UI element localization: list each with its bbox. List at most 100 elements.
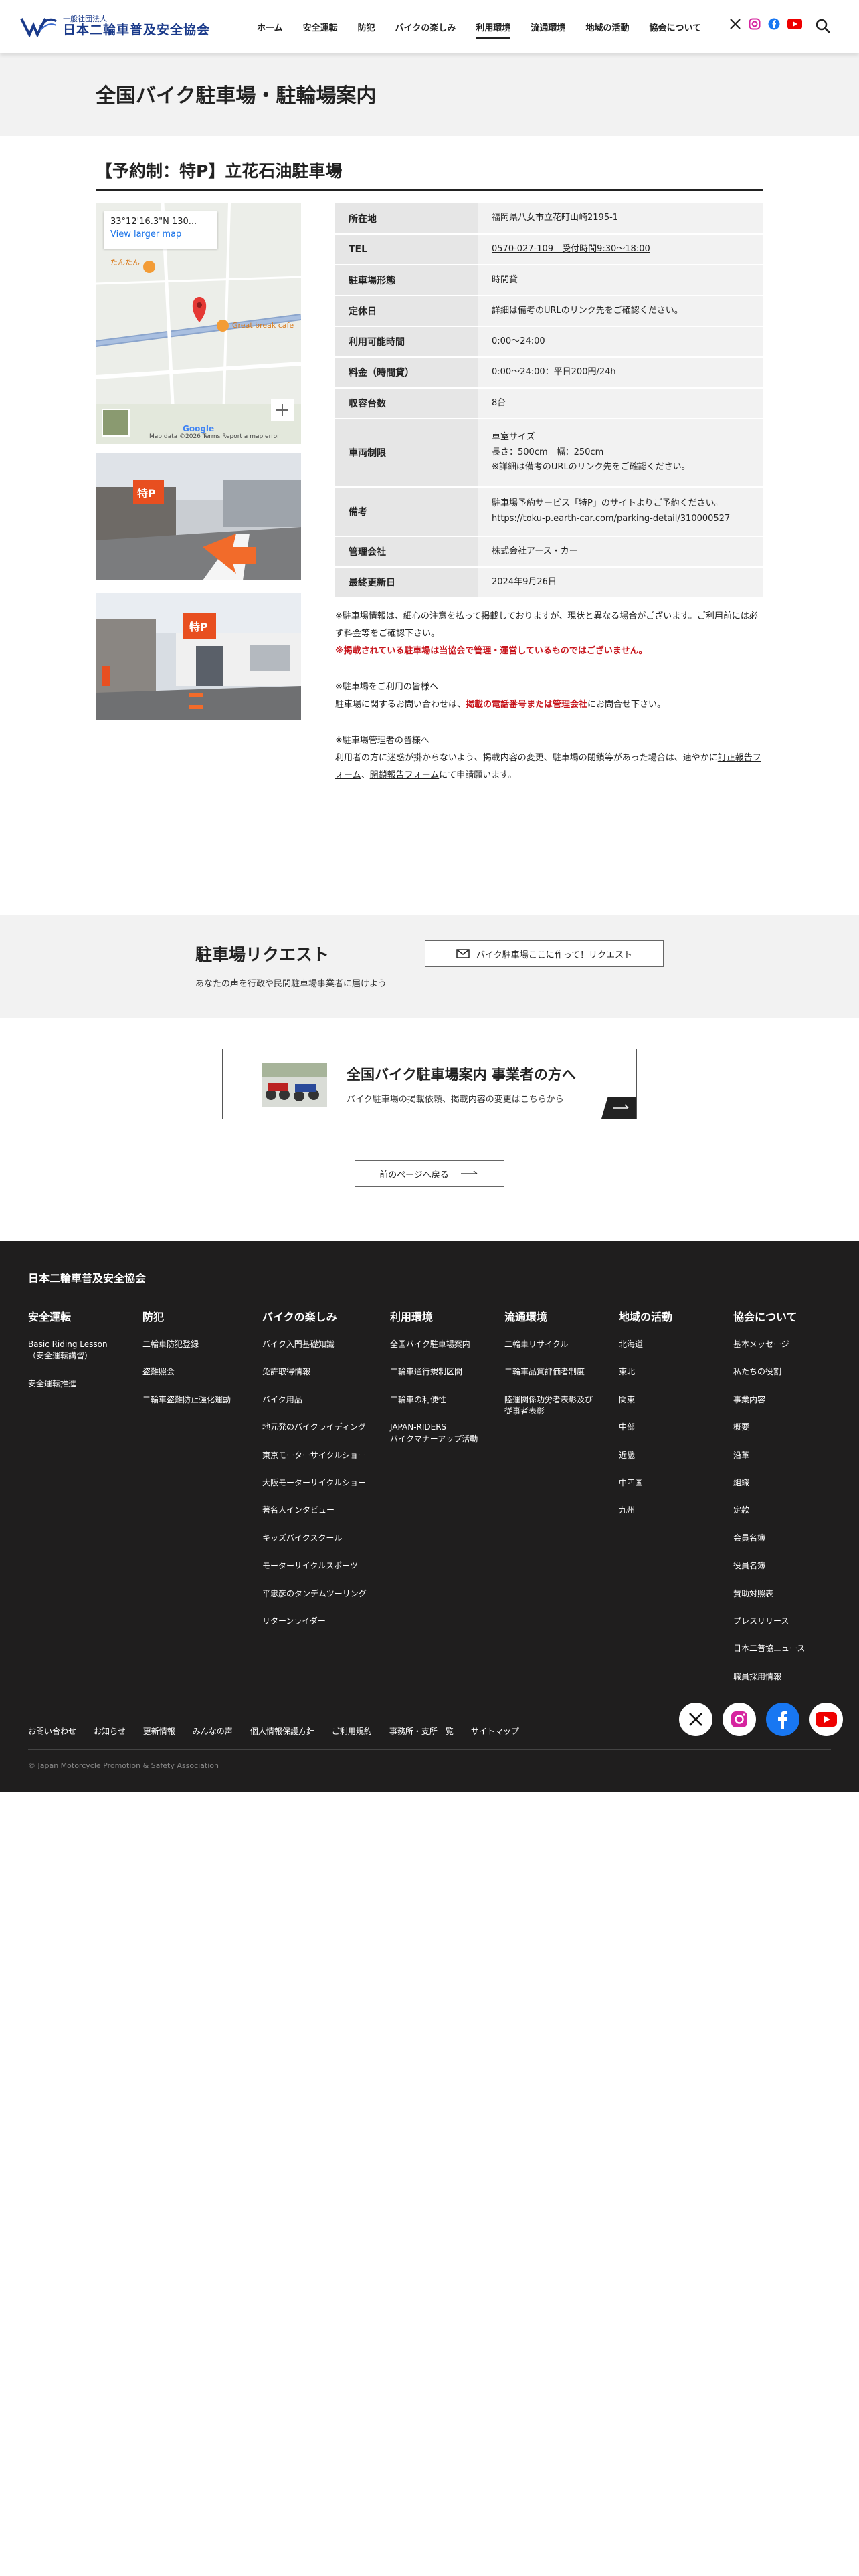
footer-link[interactable]: 役員名簿: [733, 1560, 805, 1572]
footer-link[interactable]: 東北: [619, 1366, 672, 1378]
footer-link[interactable]: 全国バイク駐車場案内: [390, 1339, 478, 1350]
footer-column-heading[interactable]: 安全運転: [28, 1308, 108, 1324]
facebook-icon[interactable]: [766, 1703, 799, 1736]
search-icon[interactable]: [815, 18, 831, 34]
logo-title: 日本二輪車普及安全協会: [63, 22, 211, 37]
footer-column-heading[interactable]: 協会について: [733, 1308, 805, 1324]
footer-link[interactable]: モーターサイクルスポーツ: [262, 1560, 367, 1572]
row-label: TEL: [335, 234, 478, 265]
footer-column-heading[interactable]: バイクの楽しみ: [262, 1308, 367, 1324]
arrow-right-icon: [460, 1170, 478, 1174]
footer-link[interactable]: 東京モーターサイクルショー: [262, 1450, 367, 1461]
footer-link[interactable]: 二輪車盗難防止強化運動: [142, 1394, 231, 1406]
footer-link[interactable]: 二輪車品質評価者制度: [504, 1366, 593, 1378]
footer-link[interactable]: 会員名簿: [733, 1533, 805, 1544]
row-label: 駐車場形態: [335, 265, 478, 296]
footer-link[interactable]: 免許取得情報: [262, 1366, 367, 1378]
nav-usage-environment[interactable]: 利用環境: [476, 15, 511, 39]
table-row: 利用可能時間 0:00～24:00: [335, 326, 763, 358]
footer-link[interactable]: プレスリリース: [733, 1616, 805, 1627]
footer-bottom-link[interactable]: サイトマップ: [471, 1725, 519, 1737]
footer-bottom-link[interactable]: 個人情報保護方針: [250, 1725, 314, 1737]
footer-link[interactable]: 私たちの役割: [733, 1366, 805, 1378]
nav-safe-riding[interactable]: 安全運転: [303, 15, 338, 39]
business-banner[interactable]: 全国バイク駐車場案内 事業者の方へ バイク駐車場の掲載依頼、掲載内容の変更はこち…: [222, 1049, 637, 1119]
footer-link[interactable]: 職員採用情報: [733, 1671, 805, 1683]
footer-link[interactable]: 事業内容: [733, 1394, 805, 1406]
closure-form-link[interactable]: 閉鎖報告フォーム: [370, 770, 440, 780]
footer-link[interactable]: 組織: [733, 1477, 805, 1489]
footer-link[interactable]: 地元発のバイクライディング: [262, 1422, 367, 1433]
logo-subtitle: 一般社団法人: [63, 14, 107, 23]
footer-link[interactable]: キッズバイクスクール: [262, 1533, 367, 1544]
nav-about[interactable]: 協会について: [649, 15, 701, 39]
nav-regional[interactable]: 地域の活動: [585, 15, 629, 39]
tel-link[interactable]: 0570-027-109 受付時間9:30～18:00: [492, 244, 650, 254]
footer-link[interactable]: JAPAN-RIDERS バイクマナーアップ活動: [390, 1422, 478, 1445]
youtube-icon[interactable]: [787, 19, 802, 32]
footer-link[interactable]: バイク用品: [262, 1394, 367, 1406]
footer-link[interactable]: 二輪車リサイクル: [504, 1339, 593, 1350]
footer-column-heading[interactable]: 利用環境: [390, 1308, 478, 1324]
footer-link[interactable]: 二輪車防犯登録: [142, 1339, 231, 1350]
footer-link[interactable]: 中四国: [619, 1477, 672, 1489]
footer-link[interactable]: 関東: [619, 1394, 672, 1406]
footer-link[interactable]: リターンライダー: [262, 1616, 367, 1627]
row-label: 定休日: [335, 296, 478, 327]
request-button[interactable]: バイク駐車場ここに作って！リクエスト: [425, 940, 664, 967]
footer-link[interactable]: 陸運関係功労者表彰及び 従事者表彰: [504, 1394, 593, 1418]
footer-bottom-link[interactable]: 更新情報: [143, 1725, 175, 1737]
footer-link[interactable]: 定款: [733, 1505, 805, 1516]
footer-column-about: 協会について 基本メッセージ 私たちの役割 事業内容 概要 沿革 組織 定款 会…: [733, 1308, 805, 1699]
footer-bottom-link[interactable]: みんなの声: [193, 1725, 233, 1737]
instagram-icon[interactable]: [723, 1703, 756, 1736]
footer-link[interactable]: 二輪車の利便性: [390, 1394, 478, 1406]
footer-link[interactable]: 賛助対照表: [733, 1588, 805, 1600]
instagram-icon[interactable]: [749, 18, 761, 33]
footer-link[interactable]: 沿革: [733, 1450, 805, 1461]
nav-distribution[interactable]: 流通環境: [531, 15, 565, 39]
footer-link[interactable]: 盗難照会: [142, 1366, 231, 1378]
footer-link[interactable]: Basic Riding Lesson （安全運転講習）: [28, 1339, 108, 1362]
footer-link[interactable]: 九州: [619, 1505, 672, 1516]
note-accuracy: ※駐車場情報は、細心の注意を払って掲載しておりますが、現状と異なる場合がございま…: [335, 611, 758, 639]
google-map[interactable]: 33°12'16.3"N 130... View larger map たんたん…: [96, 203, 301, 444]
facebook-icon[interactable]: [768, 18, 780, 33]
footer-bottom-link[interactable]: お知らせ: [94, 1725, 126, 1737]
footer-link[interactable]: 二輪車通行規制区間: [390, 1366, 478, 1378]
footer-bottom-link[interactable]: ご利用規約: [332, 1725, 372, 1737]
parking-request: 駐車場リクエスト あなたの声を行政や民間駐車場事業者に届けよう バイク駐車場ここ…: [0, 915, 859, 1018]
nav-crime-prevention[interactable]: 防犯: [358, 15, 375, 39]
nav-home[interactable]: ホーム: [257, 15, 283, 39]
footer-bottom-link[interactable]: お問い合わせ: [28, 1725, 76, 1737]
footer-link[interactable]: 中部: [619, 1422, 672, 1433]
parking-photo: 特P: [96, 453, 301, 580]
footer-link[interactable]: 安全運転推進: [28, 1378, 108, 1390]
x-icon[interactable]: [729, 18, 741, 33]
footer-column-heading[interactable]: 地域の活動: [619, 1308, 672, 1324]
nav-bike-fun[interactable]: バイクの楽しみ: [395, 15, 456, 39]
x-icon[interactable]: [679, 1703, 712, 1736]
footer-link[interactable]: 著名人インタビュー: [262, 1505, 367, 1516]
footer-column-heading[interactable]: 流通環境: [504, 1308, 593, 1324]
footer-link[interactable]: 日本二普協ニュース: [733, 1643, 805, 1654]
footer-link[interactable]: バイク入門基礎知識: [262, 1339, 367, 1350]
tokup-reservation-link[interactable]: https://toku-p.earth-car.com/parking-det…: [492, 514, 730, 524]
header-social: [729, 18, 809, 33]
view-larger-map-link[interactable]: View larger map: [110, 229, 211, 239]
footer-link[interactable]: 平忠彦のタンデムツーリング: [262, 1588, 367, 1600]
footer-link[interactable]: 基本メッセージ: [733, 1339, 805, 1350]
google-logo: Google: [183, 424, 215, 433]
row-label: 最終更新日: [335, 567, 478, 599]
row-label: 料金（時間貸）: [335, 357, 478, 389]
footer-link[interactable]: 北海道: [619, 1339, 672, 1350]
footer-link[interactable]: 大阪モーターサイクルショー: [262, 1477, 367, 1489]
footer-link[interactable]: 近畿: [619, 1450, 672, 1461]
back-button[interactable]: 前のページへ戻る: [355, 1160, 504, 1187]
footer-link[interactable]: 概要: [733, 1422, 805, 1433]
parking-name: 【予約制：特P】立花石油駐車場: [96, 155, 763, 191]
footer-bottom-link[interactable]: 事務所・支所一覧: [389, 1725, 454, 1737]
footer-column-heading[interactable]: 防犯: [142, 1308, 231, 1324]
site-logo[interactable]: 一般社団法人 日本二輪車普及安全協会: [20, 15, 210, 37]
youtube-icon[interactable]: [809, 1703, 843, 1736]
